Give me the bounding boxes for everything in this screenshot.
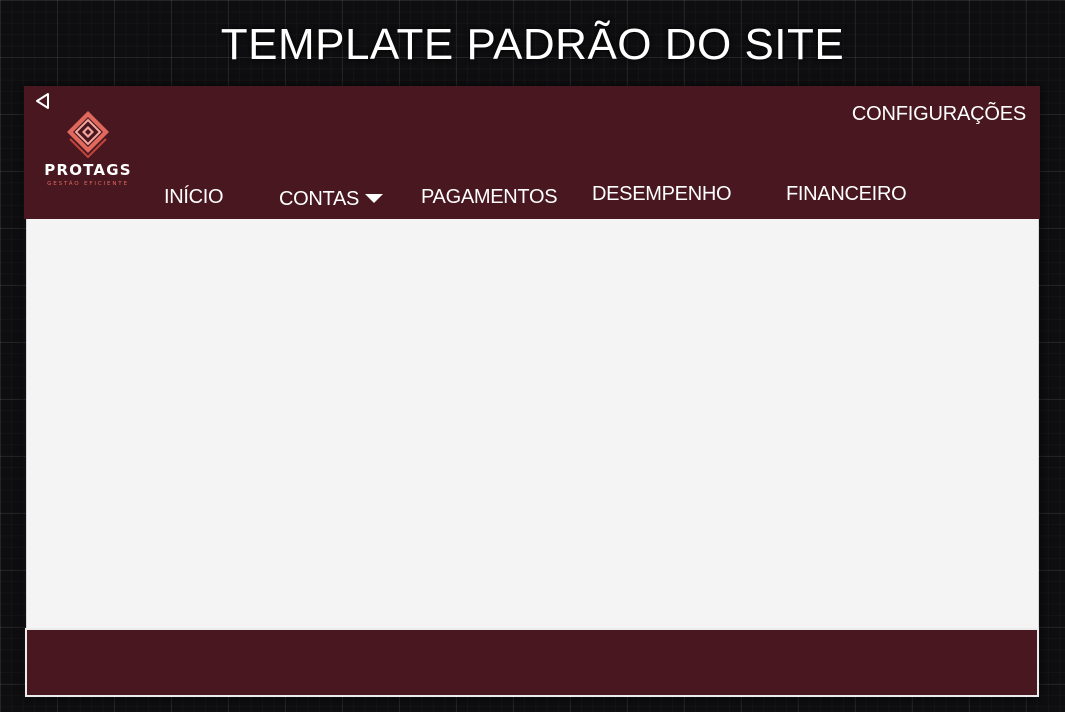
site-header: CONFIGURAÇÕES PROTAGS GESTÃO EFICIENTE I… [24, 86, 1040, 219]
diamond-logo-icon [67, 111, 109, 158]
main-content-area [26, 219, 1039, 629]
logo-name: PROTAGS [44, 161, 132, 179]
nav-item-pagamentos[interactable]: PAGAMENTOS [421, 186, 558, 209]
page-title: TEMPLATE PADRÃO DO SITE [220, 20, 845, 69]
nav-item-contas[interactable]: CONTAS [279, 188, 384, 211]
caret-down-icon [365, 194, 384, 203]
nav-item-desempenho[interactable]: DESEMPENHO [592, 183, 732, 206]
site-logo[interactable]: PROTAGS GESTÃO EFICIENTE [36, 110, 140, 192]
nav-item-contas-label: CONTAS [279, 188, 360, 210]
logo-tagline: GESTÃO EFICIENTE [47, 181, 129, 187]
site-footer [25, 628, 1039, 697]
nav-item-inicio[interactable]: INÍCIO [164, 186, 224, 209]
nav-item-financeiro[interactable]: FINANCEIRO [786, 183, 907, 206]
back-triangle-icon[interactable] [34, 92, 52, 110]
settings-link[interactable]: CONFIGURAÇÕES [852, 103, 1026, 126]
site-template-frame: CONFIGURAÇÕES PROTAGS GESTÃO EFICIENTE I… [24, 86, 1040, 698]
